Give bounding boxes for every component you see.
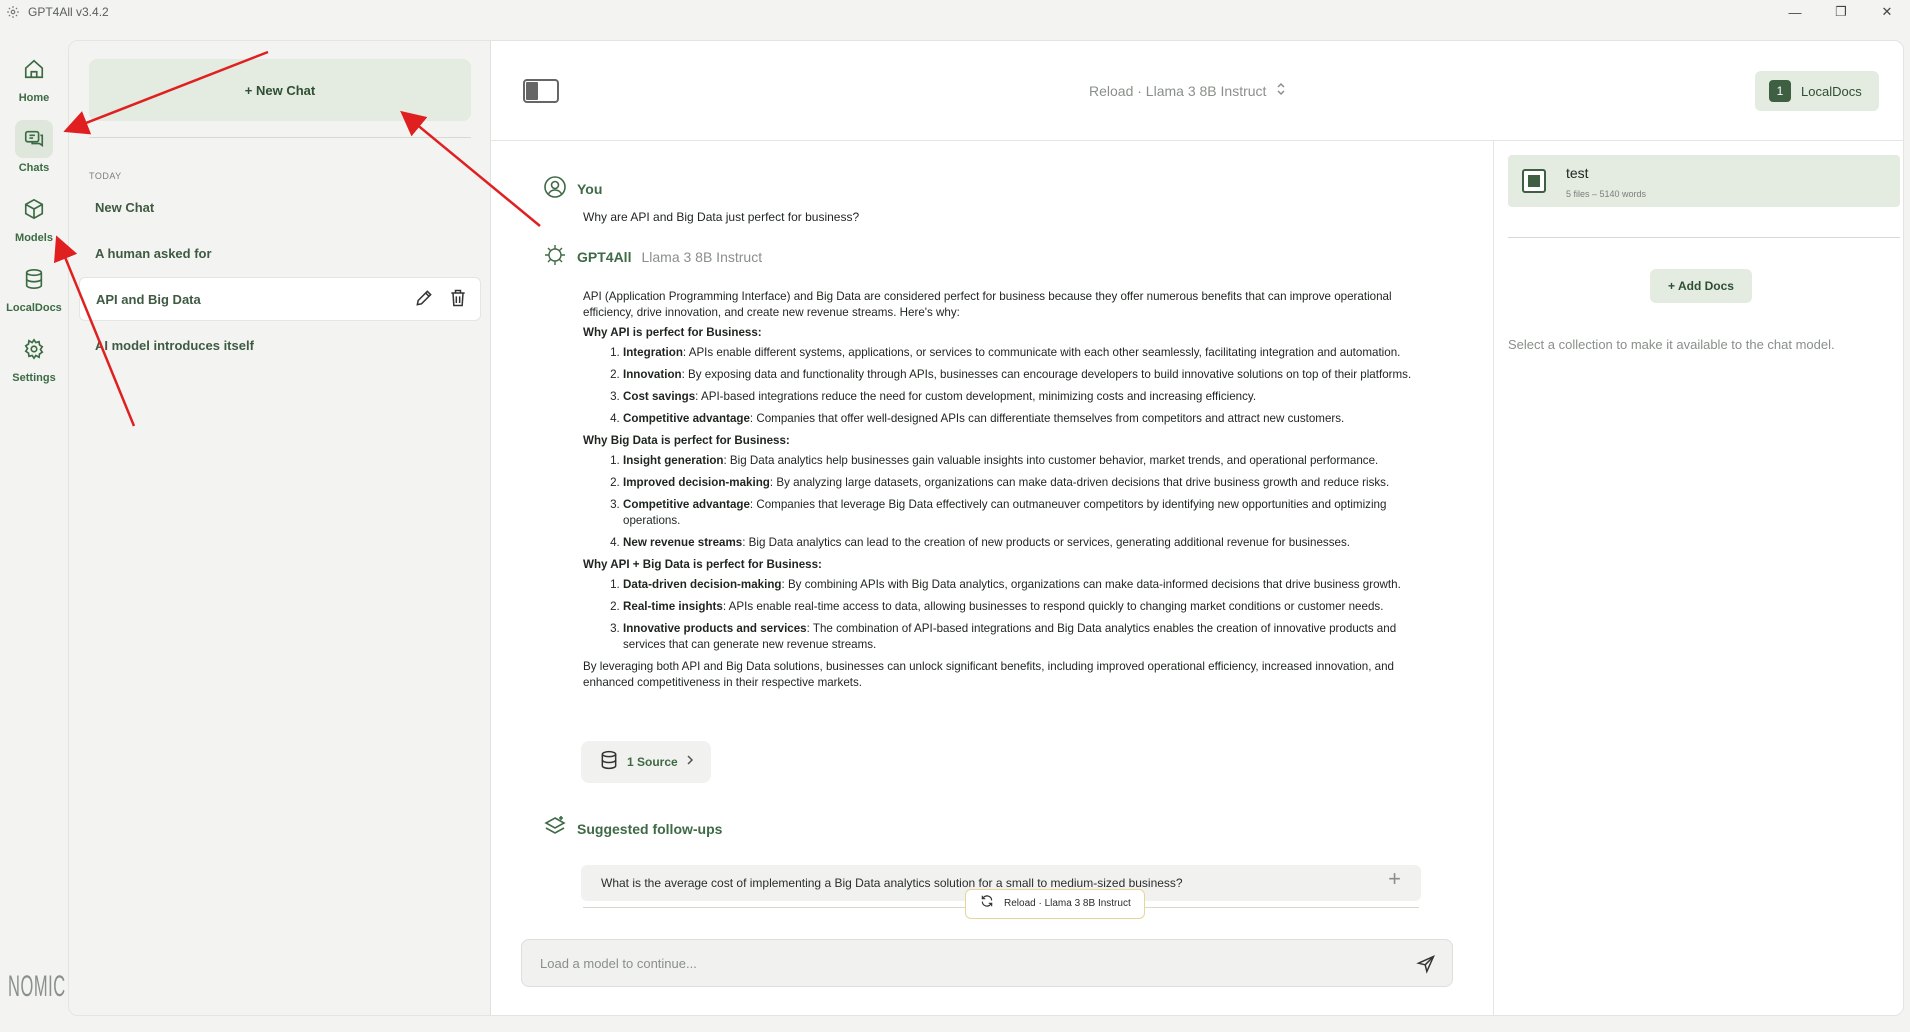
collection-meta: 5 files – 5140 words [1566, 189, 1647, 199]
answer-list: Data-driven decision-making: By combinin… [623, 577, 1433, 653]
localdocs-button[interactable]: 1 LocalDocs [1755, 71, 1879, 111]
assistant-logo-icon [543, 243, 567, 270]
sources-button[interactable]: 1 Source [581, 741, 711, 783]
list-item: Competitive advantage: Companies that of… [623, 411, 1433, 427]
nav-home-label: Home [18, 92, 50, 104]
edit-icon[interactable] [414, 288, 434, 311]
answer-list: Integration: APIs enable different syste… [623, 345, 1433, 427]
followups-title-label: Suggested follow-ups [577, 820, 723, 837]
user-avatar-icon [543, 175, 567, 202]
nav-localdocs[interactable]: LocalDocs [0, 260, 68, 326]
plus-icon[interactable]: + [1388, 868, 1401, 890]
list-item: Data-driven decision-making: By combinin… [623, 577, 1433, 593]
model-selector-label: Reload · Llama 3 8B Instruct [1089, 82, 1267, 99]
sidebar-toggle-icon[interactable] [523, 79, 559, 103]
window-title: GPT4All v3.4.2 [28, 5, 109, 19]
answer-heading: Why Big Data is perfect for Business: [583, 434, 790, 447]
list-item: Integration: APIs enable different syste… [623, 345, 1433, 361]
app-gear-icon [6, 5, 20, 19]
chat-item-new-chat[interactable]: New Chat [79, 185, 481, 229]
localdocs-button-label: LocalDocs [1801, 83, 1862, 99]
user-message: Why are API and Big Data just perfect fo… [583, 210, 860, 224]
nav-models[interactable]: Models [0, 190, 68, 256]
localdocs-panel: test 5 files – 5140 words + Add Docs Sel… [1493, 141, 1903, 1015]
main-panel: + New Chat TODAY New Chat A human asked … [68, 40, 1904, 1016]
conversation: You Why are API and Big Data just perfec… [491, 141, 1493, 1015]
nav-home[interactable]: Home [0, 50, 68, 116]
chat-item-a-human-asked-for[interactable]: A human asked for [79, 231, 481, 275]
collection-name: test [1566, 165, 1589, 181]
list-item: Cost savings: API-based integrations red… [623, 389, 1433, 405]
minimize-button[interactable]: — [1772, 0, 1818, 24]
answer-conclusion: By leveraging both API and Big Data solu… [583, 660, 1394, 689]
nav-chats-label: Chats [18, 162, 50, 174]
reload-model-button[interactable]: Reload · Llama 3 8B Instruct [965, 889, 1145, 919]
chat-list-divider [89, 137, 471, 138]
answer-heading: Why API is perfect for Business: [583, 326, 762, 339]
home-icon [15, 50, 53, 88]
suggested-followups-title: Suggested follow-ups [543, 815, 722, 842]
model-selector[interactable]: Reload · Llama 3 8B Instruct [1089, 81, 1286, 100]
left-nav: Home Chats Models LocalDocs Settings [0, 40, 68, 1020]
nav-settings[interactable]: Settings [0, 330, 68, 396]
add-docs-button[interactable]: + Add Docs [1650, 269, 1752, 303]
nomic-logo: NOMIC [8, 970, 66, 1003]
answer-heading: Why API + Big Data is perfect for Busine… [583, 558, 822, 571]
list-item: New revenue streams: Big Data analytics … [623, 535, 1433, 551]
collection-checkbox[interactable] [1522, 169, 1546, 193]
section-today-label: TODAY [89, 171, 122, 181]
restore-button[interactable]: ❐ [1818, 0, 1864, 24]
reload-toast-label: Reload · Llama 3 8B Instruct [1004, 898, 1131, 909]
chat-item-api-and-big-data[interactable]: API and Big Data [79, 277, 481, 321]
answer-list: Insight generation: Big Data analytics h… [623, 453, 1433, 551]
list-item: Real-time insights: APIs enable real-tim… [623, 599, 1433, 615]
assistant-name: GPT4All [577, 248, 632, 265]
nav-localdocs-label: LocalDocs [6, 302, 62, 314]
answer-intro: API (Application Programming Interface) … [583, 290, 1392, 319]
localdocs-count-badge: 1 [1769, 80, 1791, 102]
list-item: Innovation: By exposing data and functio… [623, 367, 1433, 383]
message-input-box[interactable] [521, 939, 1453, 987]
new-chat-button[interactable]: + New Chat [89, 59, 471, 121]
refresh-icon [980, 894, 994, 914]
chat-list-panel: + New Chat TODAY New Chat A human asked … [69, 41, 491, 1015]
sources-label: 1 Source [627, 755, 678, 769]
title-bar: GPT4All v3.4.2 — ❐ ✕ [0, 0, 1910, 24]
chat-item-label: API and Big Data [96, 291, 201, 307]
list-item: Insight generation: Big Data analytics h… [623, 453, 1433, 469]
assistant-model-name: Llama 3 8B Instruct [641, 248, 763, 265]
list-item: Competitive advantage: Companies that le… [623, 497, 1433, 529]
chat-item-ai-model-introduces-itself[interactable]: AI model introduces itself [79, 323, 481, 367]
gear-icon [15, 330, 53, 368]
user-speaker: You [543, 175, 602, 202]
chat-icon [15, 120, 53, 158]
send-icon[interactable] [1416, 954, 1436, 978]
nav-chats[interactable]: Chats [0, 120, 68, 186]
docs-hint: Select a collection to make it available… [1508, 337, 1835, 352]
cube-icon [15, 190, 53, 228]
chevron-updown-icon [1276, 81, 1286, 100]
assistant-speaker: GPT4All Llama 3 8B Instruct [543, 243, 762, 270]
assistant-answer: API (Application Programming Interface) … [583, 289, 1433, 695]
chevron-right-icon [686, 754, 694, 770]
list-item: Innovative products and services: The co… [623, 621, 1433, 653]
database-icon [15, 260, 53, 298]
message-input[interactable] [540, 943, 1400, 983]
list-item: Improved decision-making: By analyzing l… [623, 475, 1433, 491]
layers-icon [543, 815, 567, 842]
collection-item[interactable]: test 5 files – 5140 words [1508, 155, 1900, 207]
user-name: You [577, 180, 603, 197]
trash-icon[interactable] [448, 288, 468, 311]
docs-divider [1508, 237, 1900, 238]
database-icon [599, 750, 619, 774]
nav-settings-label: Settings [12, 372, 56, 384]
conversation-header: Reload · Llama 3 8B Instruct 1 LocalDocs [491, 41, 1903, 141]
close-button[interactable]: ✕ [1864, 0, 1910, 24]
nav-models-label: Models [15, 232, 53, 244]
